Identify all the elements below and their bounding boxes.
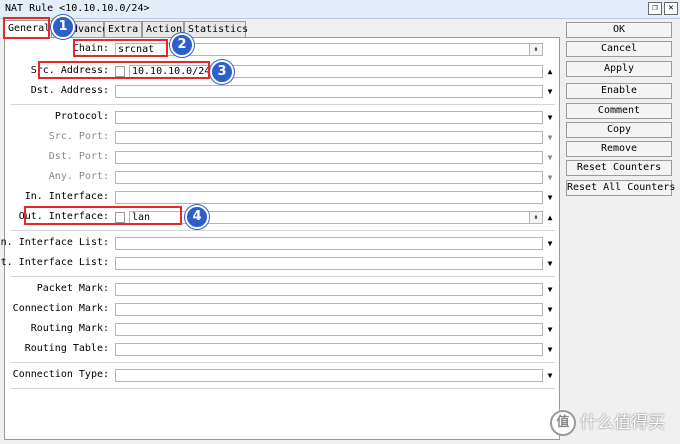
watermark: 值什么值得买 [550,408,665,436]
tab-extra[interactable]: Extra [104,21,142,37]
in-interface-list-field[interactable] [115,237,543,250]
highlight-out-interface [24,206,182,225]
any-port-label: Any. Port: [48,171,109,182]
window-title: NAT Rule <10.10.10.0/24> [5,3,150,14]
any-port-field[interactable] [115,171,543,184]
protocol-field[interactable] [115,111,543,124]
in-interface-label: In. Interface: [24,191,109,202]
annotation-badge-1: 1 [51,15,75,39]
src-port-label: Src. Port: [48,131,109,142]
annotation-badge-4: 4 [185,205,209,229]
src-port-field[interactable] [115,131,543,144]
in-interface-list-label: In. Interface List: [0,237,109,248]
cancel-button[interactable]: Cancel [566,41,672,57]
protocol-label: Protocol: [54,111,109,122]
connection-type-dropdown-icon[interactable]: ▼ [545,369,555,382]
out-interface-list-dropdown-icon[interactable]: ▼ [545,257,555,270]
out-interface-spinner-icon[interactable]: ⇟ [529,212,542,223]
ok-button[interactable]: OK [566,22,672,38]
reset-all-counters-button[interactable]: Reset All Counters [566,180,675,196]
protocol-dropdown-icon[interactable]: ▼ [545,111,555,124]
divider [11,362,555,363]
dst-port-label: Dst. Port: [48,151,109,162]
any-port-dropdown-icon[interactable]: ▼ [545,171,555,184]
comment-button[interactable]: Comment [566,103,672,119]
dst-address-field[interactable] [115,85,543,98]
divider [11,230,555,231]
highlight-chain [73,39,168,57]
routing-table-label: Routing Table: [24,343,109,354]
divider [11,104,555,105]
in-interface-list-dropdown-icon[interactable]: ▼ [545,237,555,250]
divider [11,388,555,389]
reset-counters-button[interactable]: Reset Counters [566,160,672,176]
src-port-dropdown-icon[interactable]: ▼ [545,131,555,144]
connection-mark-dropdown-icon[interactable]: ▼ [545,303,555,316]
tab-statistics[interactable]: Statistics [184,21,248,37]
watermark-logo-icon: 值 [550,410,576,436]
connection-type-field[interactable] [115,369,543,382]
connection-mark-field[interactable] [115,303,543,316]
chain-spinner-icon[interactable]: ⇟ [529,44,542,55]
annotation-badge-3: 3 [210,60,234,84]
connection-mark-label: Connection Mark: [12,303,109,314]
window-titlebar: NAT Rule <10.10.10.0/24> ❐ ✕ [0,0,680,19]
routing-mark-label: Routing Mark: [30,323,109,334]
routing-mark-field[interactable] [115,323,543,336]
divider [11,276,555,277]
dst-port-dropdown-icon[interactable]: ▼ [545,151,555,164]
in-interface-dropdown-icon[interactable]: ▼ [545,191,555,204]
dst-address-label: Dst. Address: [30,85,109,96]
out-interface-collapse-icon[interactable]: ▲ [545,211,555,224]
enable-button[interactable]: Enable [566,83,672,99]
highlight-general-tab [3,17,50,39]
out-interface-list-label: Out. Interface List: [0,257,109,268]
src-address-collapse-icon[interactable]: ▲ [545,65,555,78]
remove-button[interactable]: Remove [566,141,672,157]
restore-window-icon[interactable]: ❐ [648,2,662,15]
routing-table-dropdown-icon[interactable]: ▼ [545,343,555,356]
dst-address-dropdown-icon[interactable]: ▼ [545,85,555,98]
out-interface-list-field[interactable] [115,257,543,270]
annotation-badge-2: 2 [170,33,194,57]
copy-button[interactable]: Copy [566,122,672,138]
close-window-icon[interactable]: ✕ [664,2,678,15]
watermark-text: 什么值得买 [580,413,665,433]
packet-mark-dropdown-icon[interactable]: ▼ [545,283,555,296]
connection-type-label: Connection Type: [12,369,109,380]
dst-port-field[interactable] [115,151,543,164]
in-interface-field[interactable] [115,191,543,204]
routing-table-field[interactable] [115,343,543,356]
packet-mark-field[interactable] [115,283,543,296]
packet-mark-label: Packet Mark: [36,283,109,294]
apply-button[interactable]: Apply [566,61,672,77]
general-tab-panel: Chain: srcnat ⇟ Src. Address: 10.10.10.0… [0,37,560,440]
routing-mark-dropdown-icon[interactable]: ▼ [545,323,555,336]
highlight-src-address [38,61,210,79]
